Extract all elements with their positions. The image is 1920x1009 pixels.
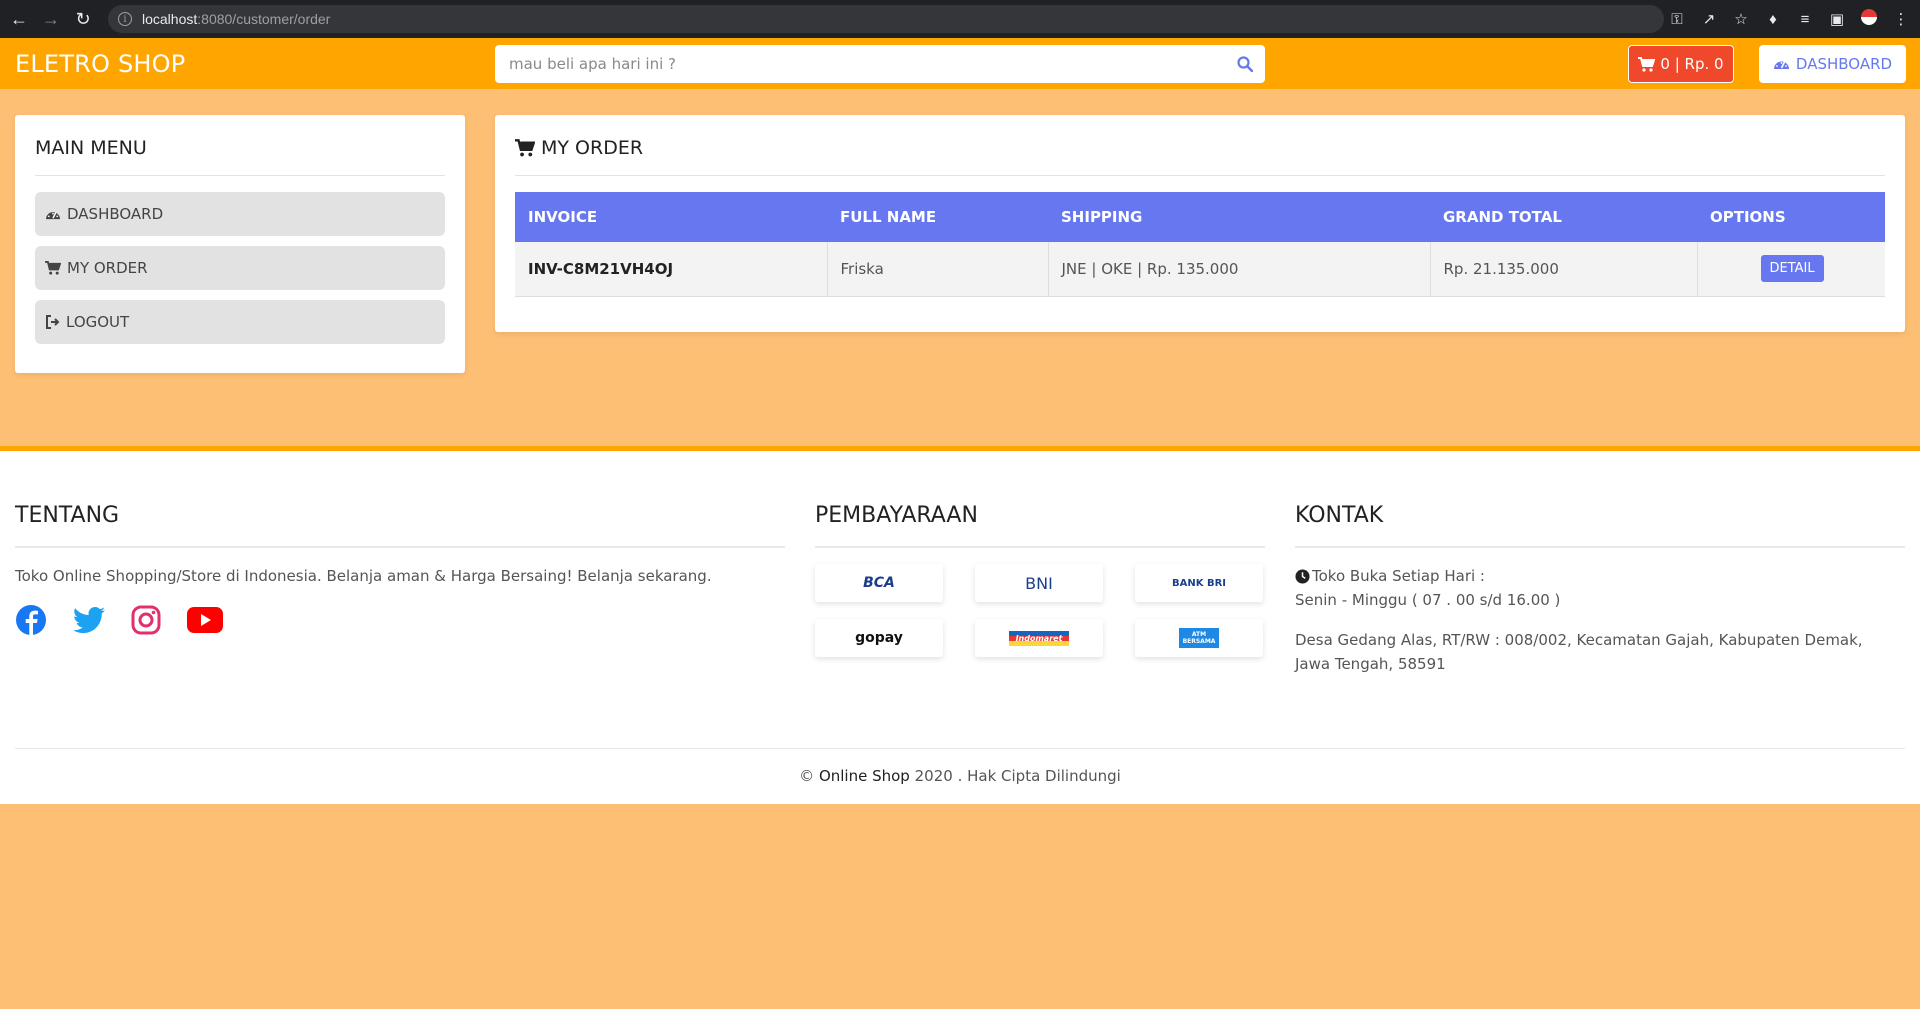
search-bar — [495, 45, 1265, 83]
twitter-icon[interactable] — [73, 606, 105, 634]
social-links — [15, 604, 223, 636]
search-button[interactable] — [1225, 45, 1265, 83]
my-order-title-text: MY ORDER — [541, 137, 644, 159]
sidebar-item-label: LOGOUT — [66, 313, 130, 331]
detail-button[interactable]: DETAIL — [1760, 255, 1824, 283]
copyright-brand-link[interactable]: Online Shop — [819, 767, 910, 785]
copyright-text: 2020 . Hak Cipta Dilindungi — [914, 767, 1121, 785]
footer-payment-title: PEMBAYARAAN — [815, 503, 978, 528]
sidebar-item-label: DASHBOARD — [67, 205, 164, 223]
reading-list-icon[interactable]: ≡ — [1796, 11, 1814, 28]
brand-logo[interactable]: ELETRO SHOP — [15, 50, 185, 78]
payment-atm-bersama: ATM BERSAMA — [1135, 619, 1263, 657]
cart-icon — [45, 261, 61, 275]
cart-icon — [515, 139, 535, 157]
payment-bni: BNI — [975, 564, 1103, 602]
column-header-grand-total: GRAND TOTAL — [1430, 192, 1697, 242]
reload-icon[interactable]: ↻ — [70, 6, 96, 32]
footer-about-text: Toko Online Shopping/Store di Indonesia.… — [15, 567, 712, 585]
dashboard-label: DASHBOARD — [1795, 55, 1893, 73]
search-icon — [1237, 56, 1253, 72]
sidebar-item-my-order[interactable]: MY ORDER — [35, 246, 445, 290]
contact-hours: Senin - Minggu ( 07 . 00 s/d 16.00 ) — [1295, 591, 1561, 609]
my-order-title: MY ORDER — [515, 137, 643, 159]
cell-grand-total: Rp. 21.135.000 — [1430, 242, 1698, 297]
site-info-icon[interactable]: i — [118, 12, 132, 26]
main-menu-card: MAIN MENU DASHBOARD MY ORDER LOGOUT — [15, 115, 465, 373]
cell-invoice: INV-C8M21VH4OJ — [515, 242, 828, 297]
table-row: INV-C8M21VH4OJ Friska JNE | OKE | Rp. 13… — [515, 242, 1885, 297]
url-host: localhost — [142, 11, 198, 27]
payment-indomaret: Indomaret — [975, 619, 1103, 657]
divider — [1295, 546, 1905, 548]
back-icon[interactable]: ← — [6, 6, 32, 32]
footer-divider — [15, 748, 1905, 749]
cart-icon — [1638, 56, 1656, 72]
sidebar-item-logout[interactable]: LOGOUT — [35, 300, 445, 344]
contact-address: Desa Gedang Alas, RT/RW : 008/002, Kecam… — [1295, 631, 1863, 673]
sidebar-item-label: MY ORDER — [67, 259, 148, 277]
site-header: ELETRO SHOP 0 | Rp. 0 DASHBOARD — [0, 38, 1920, 89]
cell-full-name: Friska — [827, 242, 1049, 297]
key-icon[interactable]: ⚿ — [1668, 11, 1686, 28]
search-input[interactable] — [495, 45, 1225, 83]
divider — [35, 175, 445, 176]
column-header-options: OPTIONS — [1697, 192, 1885, 242]
table-header-row: INVOICE FULL NAME SHIPPING GRAND TOTAL O… — [515, 192, 1885, 242]
cart-button[interactable]: 0 | Rp. 0 — [1628, 45, 1734, 83]
sidebar-item-dashboard[interactable]: DASHBOARD — [35, 192, 445, 236]
footer-contact-title: KONTAK — [1295, 503, 1384, 528]
copyright: © Online Shop 2020 . Hak Cipta Dilindung… — [0, 767, 1920, 785]
my-order-card: MY ORDER INVOICE FULL NAME SHIPPING GRAN… — [495, 115, 1905, 332]
payment-gopay: gopay — [815, 619, 943, 657]
cell-options: DETAIL — [1697, 242, 1885, 297]
column-header-full-name: FULL NAME — [827, 192, 1048, 242]
share-icon[interactable]: ↗ — [1700, 10, 1718, 28]
clock-icon — [1295, 568, 1310, 584]
contact-hours-label-text: Toko Buka Setiap Hari : — [1312, 567, 1485, 585]
facebook-icon[interactable] — [15, 604, 47, 636]
url-path: :8080/customer/order — [197, 11, 331, 27]
divider — [15, 546, 785, 548]
main-menu-title: MAIN MENU — [35, 137, 147, 159]
browser-toolbar: ← → ↻ i localhost:8080/customer/order ⚿ … — [0, 0, 1920, 38]
youtube-icon[interactable] — [187, 607, 223, 633]
dashboard-icon — [1773, 61, 1789, 69]
dashboard-button[interactable]: DASHBOARD — [1759, 45, 1906, 83]
copyright-symbol: © — [799, 767, 815, 785]
cart-summary: 0 | Rp. 0 — [1660, 55, 1724, 73]
site-footer: TENTANG Toko Online Shopping/Store di In… — [0, 446, 1920, 804]
column-header-shipping: SHIPPING — [1048, 192, 1430, 242]
forward-icon[interactable]: → — [38, 6, 64, 32]
address-bar[interactable]: i localhost:8080/customer/order — [108, 5, 1664, 33]
cell-shipping: JNE | OKE | Rp. 135.000 — [1048, 242, 1431, 297]
divider — [515, 175, 1885, 176]
dashboard-icon — [46, 211, 60, 219]
orders-table: INVOICE FULL NAME SHIPPING GRAND TOTAL O… — [515, 192, 1885, 297]
more-menu-icon[interactable]: ⋮ — [1892, 10, 1910, 28]
side-panel-icon[interactable]: ▣ — [1828, 10, 1846, 28]
footer-about-title: TENTANG — [15, 503, 120, 528]
payment-bri: BANK BRI — [1135, 564, 1263, 602]
profile-flag-icon[interactable] — [1860, 9, 1878, 29]
contact-hours-label: Toko Buka Setiap Hari : — [1295, 564, 1485, 588]
payment-atm-bersama-logo: ATM BERSAMA — [1179, 628, 1219, 648]
extensions-icon[interactable]: ♦ — [1764, 11, 1782, 28]
divider — [815, 546, 1265, 548]
logout-icon — [46, 315, 60, 329]
payment-indomaret-logo: Indomaret — [1009, 630, 1069, 646]
payment-bca: BCA — [815, 564, 943, 602]
column-header-invoice: INVOICE — [515, 192, 827, 242]
bookmark-star-icon[interactable]: ☆ — [1732, 10, 1750, 28]
instagram-icon[interactable] — [131, 605, 161, 635]
